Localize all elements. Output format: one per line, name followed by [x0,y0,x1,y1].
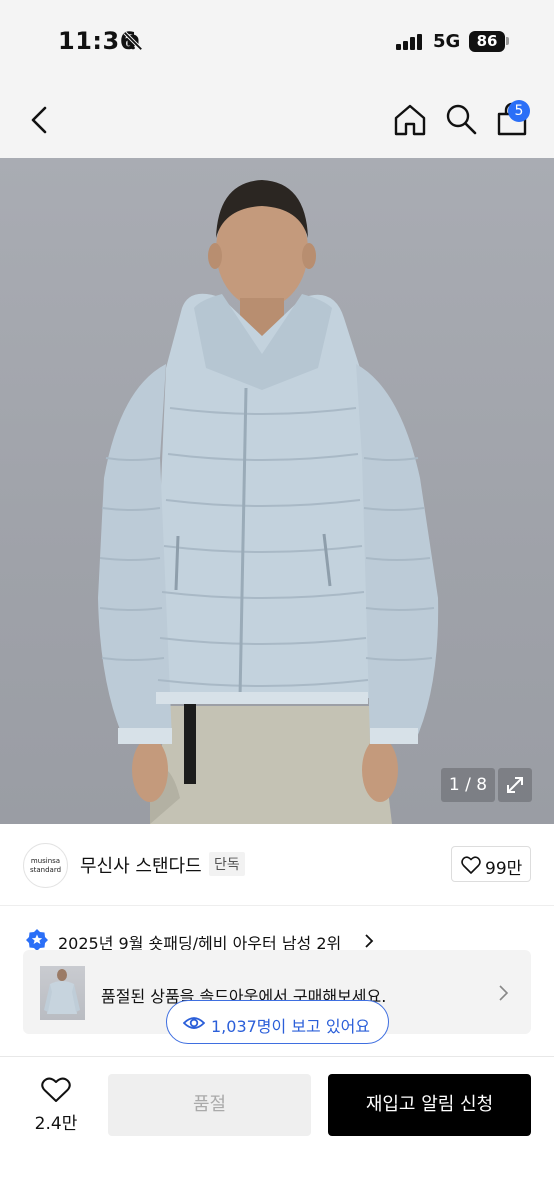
wishlist-count: 2.4만 [34,1114,78,1134]
home-icon[interactable] [392,102,428,138]
product-photo-illustration [98,180,439,824]
brand-logo-line1: musinsa [30,857,61,865]
brand-logo[interactable]: musinsa standard [23,843,68,888]
eye-icon [183,1017,205,1029]
brand-row: musinsa standard 무신사 스탠다드 단독 99만 [0,824,554,906]
wishlist-button[interactable]: 2.4만 [26,1075,86,1135]
viewers-pill: 1,037명이 보고 있어요 [166,1000,389,1044]
status-bar: 11:36 5G 86 [0,0,554,84]
heart-icon [41,1077,71,1102]
expand-image-button[interactable] [498,768,532,802]
viewers-text: 1,037명이 보고 있어요 [211,1017,371,1036]
signal-icon [396,34,422,50]
jacket-thumbnail-illustration [44,969,80,1014]
brand-like-button[interactable]: 99만 [451,846,531,882]
bell-muted-icon [123,31,143,51]
image-counter: 1 / 8 [441,768,495,802]
heart-icon [461,856,481,874]
brand-name[interactable]: 무신사 스탠다드 [80,852,202,878]
chevron-right-icon [365,934,374,948]
battery-cap [506,37,509,45]
battery-icon: 86 [469,31,505,52]
bottom-action-bar: 2.4만 품절 재입고 알림 신청 [0,1056,554,1200]
exclusive-badge: 단독 [209,852,245,876]
expand-icon [507,777,523,793]
soldout-thumbnail [40,966,85,1020]
search-icon[interactable] [444,102,478,136]
restock-alert-button[interactable]: 재입고 알림 신청 [328,1074,531,1136]
chevron-right-icon [499,985,509,1001]
top-nav [0,84,554,158]
ranking-star-icon [26,929,48,951]
back-icon[interactable] [26,104,54,136]
soldout-button[interactable]: 품절 [108,1074,311,1136]
cart-badge: 5 [508,100,530,122]
brand-logo-line2: standard [29,866,62,874]
brand-like-count: 99만 [485,859,523,879]
product-image[interactable] [0,158,554,824]
network-type: 5G [433,31,461,52]
